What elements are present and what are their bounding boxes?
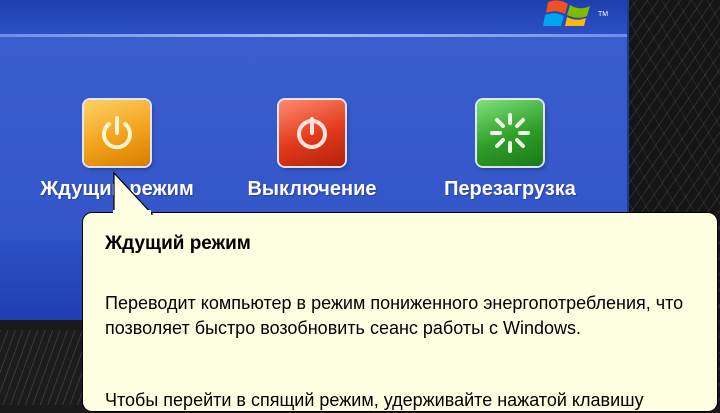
power-standby-icon xyxy=(102,116,132,150)
tooltip-title: Ждущий режим xyxy=(105,233,251,254)
shutdown-option[interactable]: Выключение xyxy=(227,100,397,201)
standby-button[interactable] xyxy=(84,100,150,166)
tooltip: Ждущий режим Переводит компьютер в режим… xyxy=(82,212,718,412)
power-off-icon xyxy=(297,117,327,149)
svg-text:TM: TM xyxy=(598,11,608,18)
dialog-header xyxy=(0,0,627,34)
windows-logo-icon: TM xyxy=(543,0,608,26)
tooltip-pointer-join xyxy=(113,210,151,216)
restart-icon xyxy=(490,113,530,153)
tooltip-body: Переводит компьютер в режим пониженного … xyxy=(105,293,684,338)
restart-button[interactable] xyxy=(477,100,543,166)
header-divider xyxy=(0,34,627,37)
shutdown-label: Выключение xyxy=(247,178,377,200)
restart-label: Перезагрузка xyxy=(444,178,576,200)
restart-option[interactable]: Перезагрузка xyxy=(415,100,605,201)
shutdown-button[interactable] xyxy=(279,100,345,166)
tooltip-next-line: Чтобы перейти в спящий режим, удерживайт… xyxy=(105,390,644,410)
